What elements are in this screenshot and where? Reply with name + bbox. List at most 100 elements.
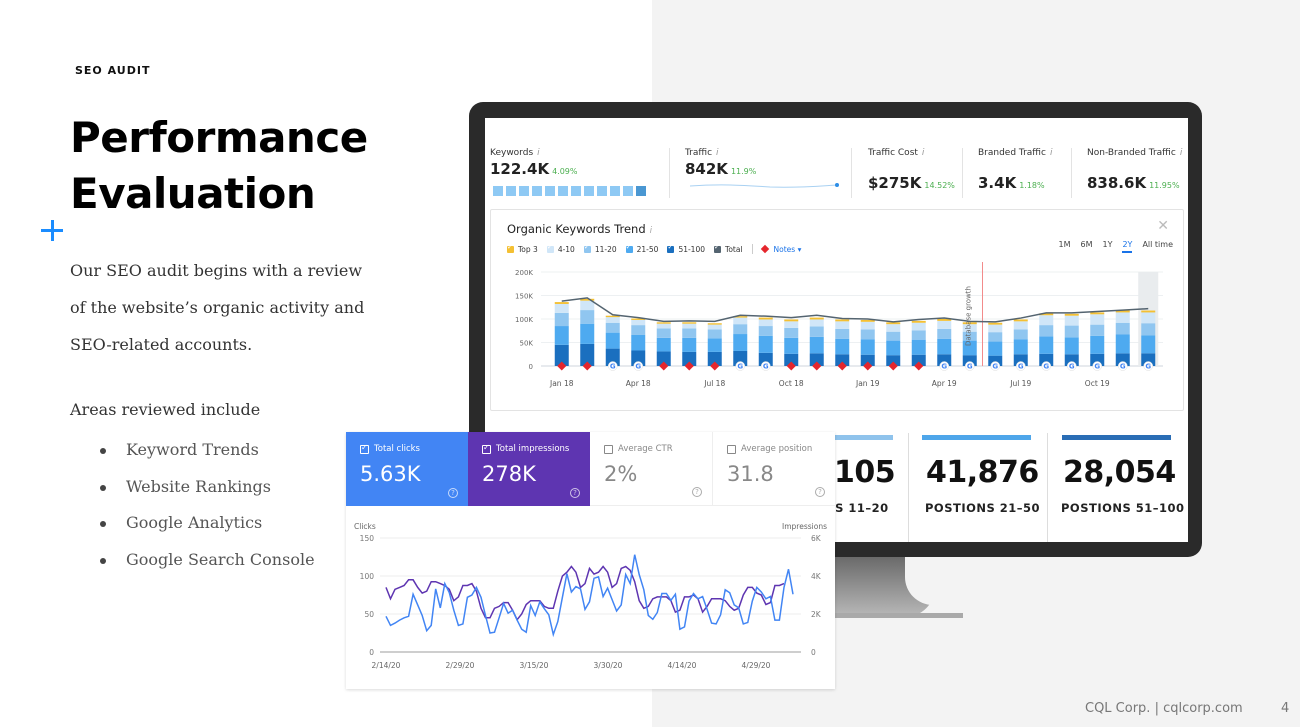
search-console-panel: Total clicks 5.63K ? Total impressions 2… xyxy=(346,432,835,689)
info-icon[interactable]: i xyxy=(1050,148,1053,158)
trend-title-text: Organic Keywords Trend xyxy=(507,222,646,236)
help-icon[interactable]: ? xyxy=(815,487,825,497)
bar-segment-4-10 xyxy=(733,317,748,325)
x-tick-label: 4/14/20 xyxy=(668,661,697,670)
legend-label: Total xyxy=(725,244,743,254)
bar-segment-11-20 xyxy=(605,322,620,333)
card-average-position[interactable]: Average position 31.8 ? xyxy=(713,432,835,506)
bar-segment-4-10 xyxy=(937,320,952,329)
info-icon[interactable]: i xyxy=(650,226,653,236)
x-tick-label: 2/29/20 xyxy=(446,661,475,670)
bar-segment-21-50 xyxy=(631,334,646,351)
title-line-1: Performance xyxy=(70,113,368,162)
close-icon[interactable]: ✕ xyxy=(1157,218,1169,234)
kpi-non-branded-traffic[interactable]: Non-Branded Traffic i 838.6K 11.95% xyxy=(1087,148,1182,192)
x-tick-label: 3/15/20 xyxy=(520,661,549,670)
stat-color-bar xyxy=(1062,435,1171,440)
bar-segment-4-10 xyxy=(835,321,850,329)
bar-segment-21-50 xyxy=(1141,335,1156,354)
bar-segment-21-50 xyxy=(1064,337,1079,355)
bar-segment-4-10 xyxy=(784,321,799,328)
bar-segment-11-20 xyxy=(758,326,773,336)
range-6m[interactable]: 6M xyxy=(1080,240,1092,253)
divider xyxy=(751,244,753,254)
google-g-glyph: G xyxy=(967,363,973,371)
y-tick-label: 150K xyxy=(515,293,533,301)
list-item: Google Analytics xyxy=(100,513,315,550)
info-icon[interactable]: i xyxy=(537,148,540,158)
range-1y[interactable]: 1Y xyxy=(1102,240,1112,253)
bar-segment-21-50 xyxy=(580,323,595,344)
kpi-row: Keywords i 122.4K 4.09% Traffic i 842K 11.9%… xyxy=(485,118,1188,206)
kpi-label: Non-Branded Traffic xyxy=(1087,148,1176,158)
y-left-tick-label: 0 xyxy=(369,648,374,657)
legend-11-20[interactable]: 11-20 xyxy=(583,243,617,254)
card-label: Average position xyxy=(741,444,813,454)
card-label: Total impressions xyxy=(496,444,570,454)
card-value: 31.8 xyxy=(727,462,774,486)
help-icon[interactable]: ? xyxy=(570,488,580,498)
list-item-label: Google Search Console xyxy=(126,549,315,569)
bar-segment-11-20 xyxy=(631,325,646,335)
kpi-keywords[interactable]: Keywords i 122.4K 4.09% xyxy=(490,148,578,178)
legend-label: 4-10 xyxy=(557,244,575,254)
range-2y[interactable]: 2Y xyxy=(1122,240,1133,253)
info-icon[interactable]: i xyxy=(716,148,719,158)
bar-segment-21-50 xyxy=(554,326,569,345)
legend-51-100[interactable]: 51-100 xyxy=(667,243,705,254)
bar-segment-4-10 xyxy=(656,323,671,329)
checkbox-unchecked-icon[interactable] xyxy=(727,444,736,454)
legend-21-50[interactable]: 21-50 xyxy=(625,243,658,254)
kpi-traffic-cost[interactable]: Traffic Cost i $275K 14.52% xyxy=(868,148,955,192)
bar-segment-11-20 xyxy=(1115,322,1130,335)
notes-dropdown[interactable]: Notes ▾ xyxy=(760,245,801,254)
info-icon[interactable]: i xyxy=(1180,148,1183,158)
kpi-change: 4.09% xyxy=(552,167,578,176)
help-icon[interactable]: ? xyxy=(692,487,702,497)
checkbox-checked-icon[interactable] xyxy=(360,443,369,454)
bar-segment-top-3 xyxy=(835,319,850,322)
info-icon[interactable]: i xyxy=(922,148,925,158)
bar-segment-11-20 xyxy=(911,330,926,340)
bar-segment-top-3 xyxy=(707,323,722,325)
card-total-impressions[interactable]: Total impressions 278K ? xyxy=(468,432,590,506)
legend-total[interactable]: Total xyxy=(714,243,743,254)
bar-segment-4-10 xyxy=(605,317,620,323)
range-1m[interactable]: 1M xyxy=(1058,240,1070,253)
checkbox-checked-icon[interactable] xyxy=(482,443,491,454)
bar-segment-4-10 xyxy=(809,319,824,327)
bar-segment-21-50 xyxy=(1090,335,1105,354)
x-tick-label: Jan 18 xyxy=(549,379,574,388)
range-all-time[interactable]: All time xyxy=(1142,240,1173,253)
bullet-icon xyxy=(100,484,106,491)
card-average-ctr[interactable]: Average CTR 2% ? xyxy=(590,432,713,506)
google-g-glyph: G xyxy=(992,363,998,371)
checkbox-unchecked-icon[interactable] xyxy=(604,444,613,454)
x-tick-label: 2/14/20 xyxy=(372,661,401,670)
total-line xyxy=(561,297,1149,323)
kpi-branded-traffic[interactable]: Branded Traffic i 3.4K 1.18% xyxy=(978,148,1052,192)
kpi-traffic[interactable]: Traffic i 842K 11.9% xyxy=(685,148,756,178)
bar-segment-top-3 xyxy=(1064,313,1079,316)
bar-segment-11-20 xyxy=(733,324,748,335)
kpi-label: Traffic xyxy=(685,148,713,158)
bar-segment-4-10 xyxy=(988,324,1003,333)
bar-segment-11-20 xyxy=(886,331,901,341)
legend-4-10[interactable]: 4-10 xyxy=(546,243,575,254)
bar-segment-11-20 xyxy=(809,326,824,337)
bar-segment-top-3 xyxy=(809,317,824,320)
kpi-label: Traffic Cost xyxy=(868,148,918,158)
stat-value: 105 xyxy=(834,455,896,490)
traffic-sparkline xyxy=(690,183,839,188)
google-g-glyph: G xyxy=(763,363,769,371)
help-icon[interactable]: ? xyxy=(448,488,458,498)
checkbox-icon xyxy=(625,243,633,253)
checkbox-icon xyxy=(667,243,675,253)
bar-segment-4-10 xyxy=(1064,315,1079,326)
bar-segment-11-20 xyxy=(1090,324,1105,336)
google-g-glyph: G xyxy=(737,363,743,371)
trend-legend: Top 3 4-10 11-20 21-50 51-100 Total Note… xyxy=(507,243,810,254)
google-g-glyph: G xyxy=(635,363,641,371)
legend-top3[interactable]: Top 3 xyxy=(507,243,538,254)
card-total-clicks[interactable]: Total clicks 5.63K ? xyxy=(346,432,468,506)
